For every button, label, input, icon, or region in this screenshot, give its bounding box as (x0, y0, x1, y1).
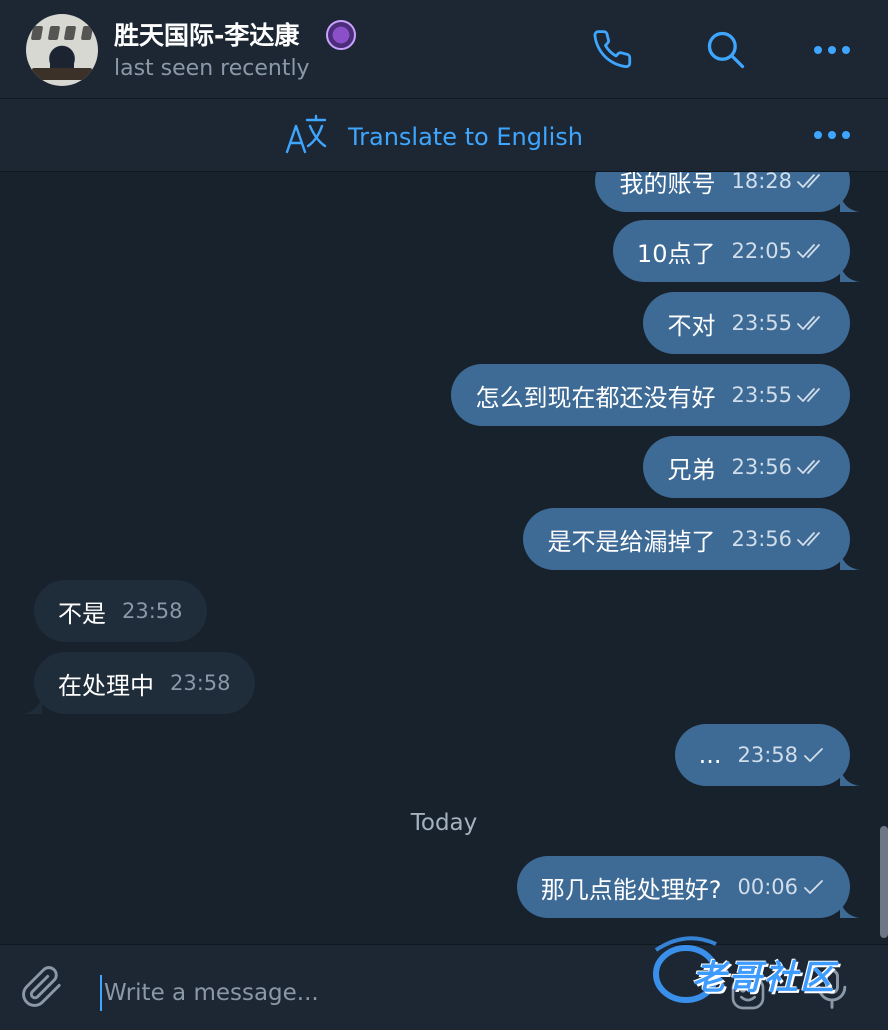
message-bubble-outgoing[interactable]: 兄弟 23:56 (643, 436, 850, 498)
message-meta: 23:58 (170, 671, 231, 695)
message-text: 10点了 (636, 239, 716, 268)
message-bubble-outgoing[interactable]: 我的账号 18:28 (595, 172, 850, 212)
message-text: 兄弟 (667, 455, 716, 484)
attach-button[interactable] (18, 963, 66, 1011)
message-text: 怎么到现在都还没有好 (475, 383, 716, 412)
bubble-tail (840, 552, 860, 570)
message-text: 那几点能处理好? (540, 875, 722, 904)
search-icon (707, 31, 745, 69)
single-check-icon (802, 878, 826, 896)
voice-button[interactable] (808, 965, 856, 1013)
message-text: 不是 (58, 599, 106, 628)
message-time: 23:55 (731, 383, 792, 407)
message-bubble-outgoing[interactable]: 是不是给漏掉了 23:56 (523, 508, 850, 570)
date-separator: Today (410, 810, 478, 836)
message-time: 22:05 (731, 239, 792, 263)
search-button[interactable] (702, 26, 750, 74)
more-dots-icon (814, 46, 850, 54)
double-check-icon (796, 242, 826, 260)
message-text: 在处理中 (58, 671, 154, 700)
bubble-tail (22, 696, 42, 714)
contact-avatar[interactable] (26, 14, 98, 86)
translate-more-button[interactable] (808, 111, 856, 159)
double-check-icon (796, 172, 826, 190)
call-button[interactable] (590, 26, 638, 74)
translate-icon (285, 114, 327, 154)
bubble-tail (840, 194, 860, 212)
avatar-desk (32, 68, 92, 80)
message-bubble-incoming[interactable]: 不是 23:58 (34, 580, 207, 642)
message-meta: 23:58 (122, 599, 183, 623)
double-check-icon (796, 386, 826, 404)
bubble-tail (840, 900, 860, 918)
message-meta: 23:56 (731, 527, 826, 551)
microphone-icon (817, 969, 847, 1009)
translate-button[interactable] (282, 111, 330, 159)
more-dots-icon (814, 131, 850, 139)
translate-bar: Translate to English (0, 99, 888, 172)
message-meta: 00:06 (737, 875, 826, 899)
contact-status: last seen recently (114, 56, 310, 81)
chat-window: 胜天国际-李达康 last seen recently Translate to… (0, 0, 888, 1030)
message-bubble-outgoing[interactable]: 那几点能处理好? 00:06 (516, 856, 850, 918)
avatar-calligraphy (30, 26, 94, 44)
chat-header: 胜天国际-李达康 last seen recently (0, 0, 888, 99)
message-bubble-outgoing[interactable]: 不对 23:55 (643, 292, 850, 354)
message-bubble-incoming[interactable]: 在处理中 23:58 (34, 652, 255, 714)
message-meta: 22:05 (731, 239, 826, 263)
message-bubble-outgoing[interactable]: ... 23:58 (674, 724, 850, 786)
more-options-button[interactable] (808, 26, 856, 74)
message-time: 00:06 (737, 875, 798, 899)
emoji-button[interactable] (724, 969, 772, 1017)
message-time: 23:55 (731, 311, 792, 335)
message-meta: 23:55 (731, 311, 826, 335)
message-list[interactable]: 我的账号 18:28 10点了 22:05 不对 23:55 怎么到现在都还没有… (0, 172, 888, 944)
message-time: 23:56 (731, 455, 792, 479)
bubble-tail (840, 264, 860, 282)
bubble-tail (840, 768, 860, 786)
message-meta: 23:55 (731, 383, 826, 407)
paperclip-icon (22, 966, 61, 1007)
emoji-icon (731, 976, 765, 1010)
message-composer (0, 944, 888, 1030)
contact-name[interactable]: 胜天国际-李达康 (114, 16, 299, 52)
message-time: 23:58 (122, 599, 183, 623)
message-meta: 18:28 (731, 172, 826, 193)
message-text: 不对 (667, 311, 716, 340)
message-text: 是不是给漏掉了 (547, 527, 716, 556)
message-meta: 23:56 (731, 455, 826, 479)
message-time: 23:58 (170, 671, 231, 695)
message-text: 我的账号 (619, 172, 716, 198)
message-time: 23:56 (731, 527, 792, 551)
message-time: 18:28 (731, 172, 792, 193)
single-check-icon (802, 746, 826, 764)
message-text: ... (698, 741, 722, 769)
chat-scrollbar[interactable] (880, 826, 888, 938)
emoji-status-badge-icon[interactable] (326, 20, 356, 50)
double-check-icon (796, 314, 826, 332)
phone-icon (593, 30, 632, 69)
message-bubble-outgoing[interactable]: 10点了 22:05 (612, 220, 850, 282)
message-meta: 23:58 (737, 743, 826, 767)
translate-label[interactable]: Translate to English (348, 123, 583, 151)
message-time: 23:58 (737, 743, 798, 767)
double-check-icon (796, 458, 826, 476)
double-check-icon (796, 530, 826, 548)
message-bubble-outgoing[interactable]: 怎么到现在都还没有好 23:55 (451, 364, 850, 426)
message-input[interactable] (100, 975, 626, 1011)
